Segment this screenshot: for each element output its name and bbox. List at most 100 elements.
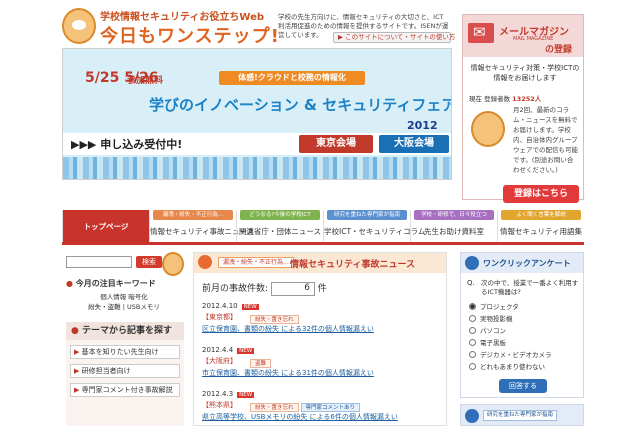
- nav-pill: 研究を重ねた専門家が指南: [327, 210, 407, 220]
- theme-item-expert[interactable]: ▶ 専門家コメント付き事故解説: [70, 383, 180, 397]
- global-nav: トップページ 漏洩・紛失・不正行為… 情報セキュリティ事故ニュース どうなる?今…: [62, 210, 584, 242]
- nav-label: 先生お助け資料室: [424, 227, 484, 236]
- incident-news-header: 漏洩・紛失・不正行為… 情報セキュリティ事故ニュース: [194, 253, 446, 273]
- news-tag: 紛失・置き忘れ: [250, 403, 299, 412]
- mail-register-button[interactable]: 登録はこちら: [503, 185, 579, 203]
- poll-option[interactable]: どれもあまり使わない: [469, 361, 581, 373]
- poll-option[interactable]: プロジェクタ: [469, 301, 581, 313]
- news-date: 2012.4.4: [202, 346, 234, 354]
- news-title-link[interactable]: 区立保育園、書類の紛失 による32件の個人情報漏えい: [202, 324, 442, 334]
- site-logo[interactable]: 学校情報セキュリティお役立ちWeb 今日もワンステップ!: [62, 6, 279, 47]
- alert-face-icon: [198, 255, 212, 269]
- incident-count-value: 6: [270, 281, 315, 296]
- radio-icon[interactable]: [469, 351, 476, 358]
- theme-title: テーマから記事を探す: [82, 326, 173, 336]
- pin-icon: ●: [66, 279, 73, 288]
- poll-option-label: プロジェクタ: [480, 303, 519, 311]
- news-tags: 盗難: [250, 358, 273, 368]
- nav-pill: 学校・研修で、日々役立つ: [414, 210, 494, 220]
- news-tags: 紛失・置き忘れ 専門家コメントあり: [250, 402, 362, 412]
- incident-count: 前月の事故件数: 6 件: [202, 281, 327, 296]
- nav-label: 関連省庁・団体ニュース: [238, 227, 322, 236]
- poll-option-label: パソコン: [480, 327, 506, 335]
- banner-ribbon: 体感!クラウドと校務の情報化: [219, 71, 365, 85]
- logo-tagline: 学校情報セキュリティお役立ちWeb: [100, 12, 265, 23]
- registered-label: 現在 登録者数: [469, 95, 511, 103]
- mail-body: 月2回、最新のコラム・ニュースを無料でお届けします。学校内、自治体内グループウェ…: [513, 106, 578, 174]
- nav-item-glossary[interactable]: よく聞く言葉を解説 情報セキュリティ用語集: [497, 210, 584, 242]
- arrow-icon: ▶: [74, 348, 80, 356]
- right-sidebar: ワンクリックアンケート Q. 次の中で、授業で一番よく利用するICT機器は? プ…: [460, 252, 584, 426]
- nav-pill: どうなる?今後の学校ICT: [240, 210, 320, 220]
- poll-option-label: 実物投影機: [480, 315, 513, 323]
- incident-count-unit: 件: [317, 284, 327, 294]
- news-tags: 紛失・置き忘れ: [250, 314, 301, 324]
- expert-pill: 研究を重ねた専門家が指南: [483, 410, 558, 421]
- poll-option[interactable]: パソコン: [469, 325, 581, 337]
- poll-option[interactable]: デジカメ・ビデオカメラ: [469, 349, 581, 361]
- banner-apply-text: ▶▶▶ 申し込み受付中!: [71, 138, 183, 151]
- arrow-icon: ▶: [74, 386, 80, 394]
- theme-icon: ●: [71, 326, 79, 336]
- radio-icon[interactable]: [469, 339, 476, 346]
- one-click-poll: ワンクリックアンケート Q. 次の中で、授業で一番よく利用するICT機器は? プ…: [460, 252, 584, 398]
- nav-item-top[interactable]: トップページ: [62, 210, 149, 242]
- news-item[interactable]: 2012.4.4 NEW 【大阪府】 盗難 市立保育園、書類の紛失 による31件の…: [202, 345, 442, 378]
- venue-osaka-button[interactable]: 大阪会場: [379, 135, 449, 153]
- search-input[interactable]: [66, 256, 132, 268]
- radio-icon[interactable]: [469, 327, 476, 334]
- expert-column-header[interactable]: 研究を重ねた専門家が指南: [460, 404, 584, 426]
- city-skyline-graphic: [63, 157, 451, 179]
- new-badge: NEW: [237, 348, 255, 354]
- incident-count-label: 前月の事故件数:: [202, 284, 269, 294]
- new-badge: NEW: [241, 304, 259, 310]
- news-date: 2012.4.3: [202, 390, 234, 398]
- theme-item-label: 研修担当者向け: [81, 367, 131, 375]
- news-item[interactable]: 2012.4.10 NEW 【東京都】 紛失・置き忘れ 区立保育園、書類の紛失 に…: [202, 301, 442, 334]
- radio-selected-icon[interactable]: [469, 303, 476, 310]
- mail-magazine-title2: の登録: [545, 45, 573, 55]
- poll-title: ワンクリックアンケート: [483, 259, 571, 268]
- new-badge: NEW: [237, 392, 255, 398]
- theme-item-basic[interactable]: ▶ 基本を知りたい先生向け: [70, 345, 180, 359]
- nav-item-column[interactable]: 研究を重ねた専門家が指南 学校ICT・セキュリティコラム: [323, 210, 425, 242]
- nav-pill: 漏洩・紛失・不正行為…: [153, 210, 233, 220]
- keyword-links[interactable]: 個人情報 暗号化 紛失・盗難 | USBメモリ: [66, 292, 182, 312]
- nav-item-incident-news[interactable]: 漏洩・紛失・不正行為… 情報セキュリティ事故ニュース: [149, 210, 254, 242]
- nav-item-ministry-news[interactable]: どうなる?今後の学校ICT 関連省庁・団体ニュース: [236, 210, 323, 242]
- left-sidebar: 検索 ● 今月の注目キーワード 個人情報 暗号化 紛失・盗難 | USBメモリ …: [62, 252, 186, 426]
- about-site-link[interactable]: ▶ このサイトについて・サイトの使い方: [333, 32, 455, 43]
- expert-icon: [465, 409, 479, 423]
- dog-mascot-icon: [162, 252, 184, 276]
- keyword-title: ● 今月の注目キーワード: [66, 278, 156, 289]
- news-prefecture: 【東京都】: [202, 313, 237, 321]
- search-button[interactable]: 検索: [136, 256, 162, 268]
- poll-option-label: 電子黒板: [480, 339, 506, 347]
- nav-item-resources[interactable]: 学校・研修で、日々役立つ 先生お助け資料室: [410, 210, 497, 242]
- news-item[interactable]: 2012.4.3 NEW 【熊本県】 紛失・置き忘れ 専門家コメントあり 県立高等学…: [202, 389, 442, 422]
- poll-question-number: Q.: [467, 279, 475, 287]
- radio-icon[interactable]: [469, 315, 476, 322]
- news-date: 2012.4.10: [202, 302, 238, 310]
- news-tag: 盗難: [250, 359, 272, 368]
- venue-tokyo-button[interactable]: 東京会場: [299, 135, 373, 153]
- news-title-link[interactable]: 県立高等学校、USBメモリの紛失 による6件の個人情報漏えい: [202, 412, 442, 422]
- theme-item-training[interactable]: ▶ 研修担当者向け: [70, 364, 180, 378]
- incident-news-title: 情報セキュリティ事故ニュース: [290, 260, 416, 270]
- mail-intro: 情報セキュリティ対策・学校ICTの情報をお届けします: [470, 64, 580, 82]
- mail-magazine-box: メールマガジン MAIL MAGAZINE の登録 情報セキュリティ対策・学校I…: [462, 14, 584, 203]
- theme-header: ● テーマから記事を探す: [66, 322, 184, 340]
- fair-banner[interactable]: 5/25 5/26 参加無料 体感!クラウドと校務の情報化 学びのイノベーション…: [62, 48, 452, 180]
- news-title-link[interactable]: 市立保育園、書類の紛失 による31件の個人情報漏えい: [202, 368, 442, 378]
- poll-option[interactable]: 実物投影機: [469, 313, 581, 325]
- poll-vote-button[interactable]: 回答する: [499, 379, 547, 393]
- theme-search-box: ● テーマから記事を探す ▶ 基本を知りたい先生向け ▶ 研修担当者向け ▶ 専…: [66, 322, 184, 426]
- radio-icon[interactable]: [469, 363, 476, 370]
- logo-main-text: 今日もワンステップ!: [100, 26, 280, 47]
- poll-option[interactable]: 電子黒板: [469, 337, 581, 349]
- envelope-icon: [468, 23, 494, 43]
- poll-icon: [465, 256, 479, 270]
- incident-news-pill: 漏洩・紛失・不正行為…: [218, 257, 295, 268]
- poll-options: プロジェクタ 実物投影機 パソコン 電子黒板 デジカメ・ビデオカメラ どれもあま…: [469, 301, 581, 373]
- dog-mascot-icon: [471, 111, 505, 147]
